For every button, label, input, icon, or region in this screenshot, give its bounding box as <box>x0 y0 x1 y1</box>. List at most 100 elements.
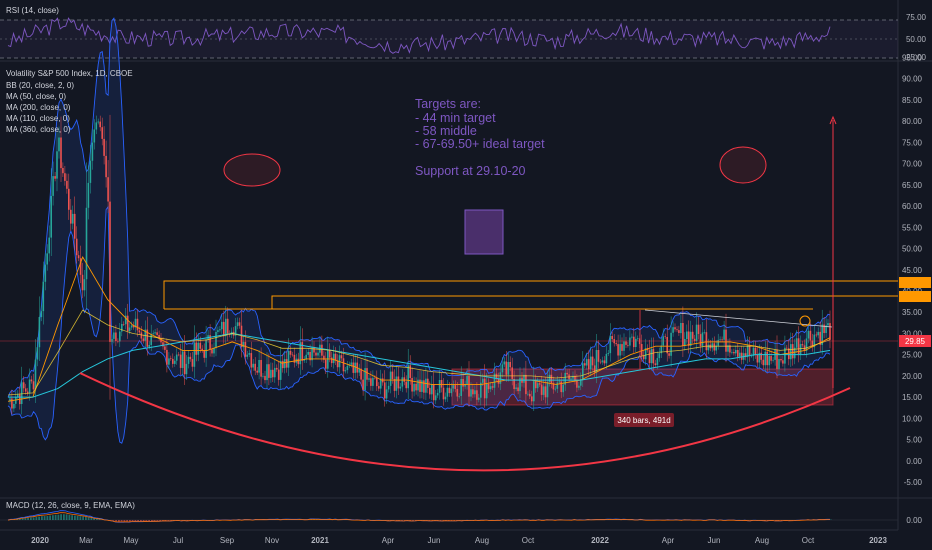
candle-body <box>648 350 651 364</box>
candle-body <box>119 331 121 342</box>
macd-histogram-bar <box>60 514 62 520</box>
main-y-tick: 95.00 <box>902 54 923 63</box>
candle-body <box>99 121 101 128</box>
candle-body <box>240 325 243 348</box>
candle-body <box>142 338 145 341</box>
candle-body <box>817 331 819 336</box>
main-y-tick: 25.00 <box>902 351 923 360</box>
candle-body <box>733 352 735 354</box>
candle-body <box>656 358 659 365</box>
vix-chart[interactable]: RSI (14, close) 75.00 50.00 25.00 95.009… <box>0 0 932 550</box>
candle-body <box>344 370 347 372</box>
candle-body <box>764 351 767 366</box>
candle-body <box>389 371 392 386</box>
candle-body <box>707 344 710 351</box>
candle-body <box>737 350 739 357</box>
candle-body <box>321 344 323 356</box>
candle-body <box>22 382 25 389</box>
main-y-tick: 65.00 <box>902 181 923 190</box>
candle-body <box>109 201 111 342</box>
candle-body <box>556 382 559 389</box>
candle-body <box>699 334 702 346</box>
candle-body <box>277 369 280 380</box>
candle-body <box>756 354 759 363</box>
candle-body <box>823 324 825 333</box>
candle-body <box>193 342 196 367</box>
candle-body <box>687 331 690 346</box>
candle-body <box>801 344 804 346</box>
candle-body <box>603 360 606 364</box>
macd-histogram-bar <box>24 518 27 520</box>
macd-histogram-bar <box>79 516 82 520</box>
candle-body <box>536 383 539 389</box>
candle-body <box>483 378 486 399</box>
candle-body <box>652 348 655 364</box>
candle-body <box>30 379 33 382</box>
candle-body <box>179 354 182 368</box>
candle-body <box>217 330 219 332</box>
candle-body <box>195 342 198 355</box>
main-y-tick: 0.00 <box>906 457 922 466</box>
candle-body <box>197 342 200 355</box>
main-y-tick: 75.00 <box>902 138 923 147</box>
candle-body <box>403 377 406 382</box>
annotation-line-4: - 67-69.50+ ideal target <box>415 137 545 151</box>
macd-histogram-bar <box>65 514 68 520</box>
candle-body <box>444 396 447 400</box>
candle-body <box>48 237 50 254</box>
candle-body <box>95 122 98 130</box>
candle-body <box>460 379 462 396</box>
candle-body <box>44 264 47 282</box>
candle-body <box>668 353 670 356</box>
candle-body <box>399 386 402 389</box>
candle-body <box>621 344 623 351</box>
macd-histogram-bar <box>85 516 87 520</box>
candle-body <box>177 354 180 356</box>
candle-body <box>101 127 103 139</box>
candle-body <box>225 318 227 337</box>
macd-histogram-bar <box>153 520 156 521</box>
candle-body <box>695 324 698 341</box>
candle-body <box>440 380 443 388</box>
candle-body <box>470 389 472 397</box>
candle-body <box>113 332 115 339</box>
candle-body <box>85 207 88 280</box>
candle-body <box>32 381 35 390</box>
candle-body <box>485 384 488 399</box>
candle-body <box>376 378 378 387</box>
macd-legend: MACD (12, 26, close, 9, EMA, EMA) <box>6 501 135 510</box>
candle-body <box>517 387 519 392</box>
candle-body <box>423 380 425 393</box>
candle-body <box>272 369 274 378</box>
candle-body <box>619 344 621 356</box>
candle-body <box>750 355 753 357</box>
candle-body <box>472 389 474 395</box>
candle-body <box>93 129 96 143</box>
time-axis-label: Aug <box>755 536 769 545</box>
macd-histogram-bar <box>115 520 117 522</box>
candle-body <box>591 356 594 366</box>
candle-body <box>111 339 113 342</box>
candle-body <box>307 352 309 355</box>
rsi-band <box>0 20 898 58</box>
candle-body <box>287 350 290 368</box>
candle-body <box>342 358 345 372</box>
candle-body <box>42 281 45 312</box>
candle-body <box>462 379 464 387</box>
candle-body <box>325 359 327 369</box>
candle-body <box>666 337 668 354</box>
candle-body <box>279 360 282 380</box>
rsi-tick-75: 75.00 <box>906 13 927 22</box>
macd-histogram-bar <box>156 520 159 521</box>
macd-histogram-bar <box>131 520 134 522</box>
candle-body <box>289 350 292 355</box>
candle-body <box>368 378 370 380</box>
candle-body <box>786 347 788 349</box>
candle-body <box>597 350 600 362</box>
candle-body <box>121 324 123 332</box>
candle-body <box>525 374 527 395</box>
annotation-line-3: - 58 middle <box>415 124 477 138</box>
candle-body <box>584 363 586 366</box>
candle-body <box>434 395 437 401</box>
macd-histogram-bar <box>82 516 84 520</box>
